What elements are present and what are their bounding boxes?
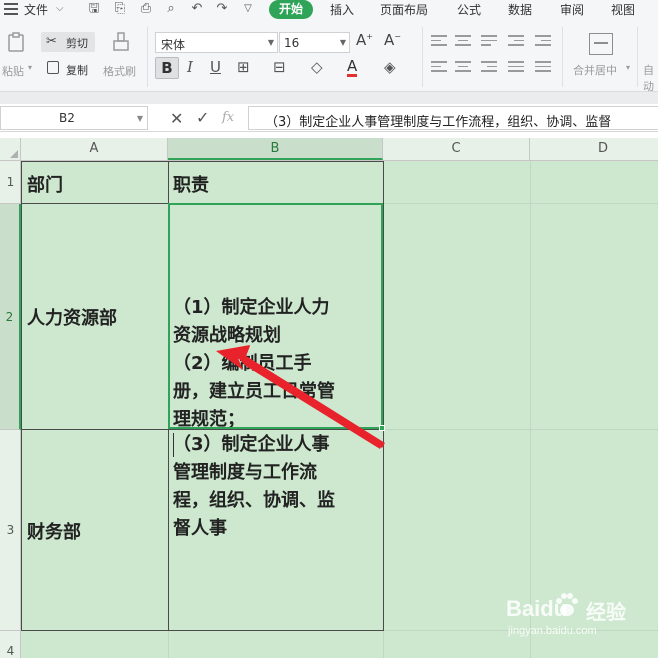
bold-button[interactable]: B xyxy=(155,57,179,79)
tab-insert[interactable]: 插入 xyxy=(330,1,354,18)
export-icon[interactable]: ⎘ xyxy=(112,1,128,17)
text-cursor xyxy=(173,433,174,457)
insert-function-icon[interactable]: fx xyxy=(222,110,234,125)
column-header-b[interactable]: B xyxy=(168,138,383,160)
menu-icon[interactable] xyxy=(4,3,18,15)
row-header-4[interactable]: 4 xyxy=(0,631,21,658)
merge-center-button[interactable]: 合并居中 xyxy=(573,62,617,78)
row-header-2[interactable]: 2 xyxy=(0,204,21,430)
indent-decrease-icon[interactable] xyxy=(508,35,524,49)
distribute-icon[interactable] xyxy=(535,61,551,75)
align-left-icon[interactable] xyxy=(431,61,447,75)
menu-bar: 文件 ⌵ 🖫 ⎘ ⎙ ⌕ ↶ ↷ ▽ 开始 插入 页面布局 公式 数据 审阅 视… xyxy=(0,0,658,19)
column-header-d[interactable]: D xyxy=(530,138,658,160)
confirm-icon[interactable]: ✓ xyxy=(196,108,209,127)
merge-center-icon[interactable] xyxy=(589,33,613,55)
row-header-3[interactable]: 3 xyxy=(0,430,21,631)
gridline xyxy=(530,161,531,658)
auto-wrap-button[interactable]: 自动 xyxy=(643,62,658,94)
name-box-value: B2 xyxy=(59,111,75,125)
divider xyxy=(422,27,423,87)
cell-a1-text: 部门 xyxy=(27,175,63,196)
paw-icon xyxy=(556,593,578,616)
print-icon[interactable]: ⎙ xyxy=(138,1,154,17)
undo-icon[interactable]: ↶ xyxy=(189,1,205,17)
italic-icon[interactable]: I xyxy=(187,58,193,76)
font-color-icon[interactable]: A xyxy=(347,58,358,77)
clear-format-icon[interactable]: ◈ xyxy=(384,58,396,76)
align-middle-icon[interactable] xyxy=(455,35,471,49)
cell-a2-text: 人力资源部 xyxy=(27,308,117,329)
column-header-a[interactable]: A xyxy=(21,138,168,160)
save-icon[interactable]: 🖫 xyxy=(86,1,102,17)
paste-label[interactable]: 粘贴 xyxy=(2,63,24,79)
merge-dropdown-icon[interactable]: ▾ xyxy=(626,63,630,72)
row-headers: 1 2 3 4 xyxy=(0,161,21,658)
column-headers: A B C D xyxy=(0,138,658,161)
justify-icon[interactable] xyxy=(508,61,524,75)
divider xyxy=(147,27,148,87)
formula-content: （3）制定企业人事管理制度与工作流程，组织、协调、监督 xyxy=(265,115,612,130)
indent-increase-icon[interactable] xyxy=(535,35,551,49)
chevron-down-icon: ▼ xyxy=(267,38,274,47)
copy-icon[interactable] xyxy=(47,61,59,74)
scissors-icon: ✂ xyxy=(46,34,57,49)
redo-icon[interactable]: ↷ xyxy=(214,1,230,17)
align-right-icon[interactable] xyxy=(481,61,497,75)
file-menu[interactable]: 文件 xyxy=(24,1,48,18)
fill-color-icon[interactable]: ◇ xyxy=(311,58,323,76)
column-header-c[interactable]: C xyxy=(383,138,530,160)
ribbon-gap xyxy=(0,92,658,104)
increase-font-icon[interactable]: A+ xyxy=(356,31,373,49)
chevron-down-icon: ▼ xyxy=(136,114,143,123)
align-bottom-icon[interactable] xyxy=(481,35,497,49)
paste-dropdown-icon[interactable]: ▾ xyxy=(28,63,32,72)
fill-handle[interactable] xyxy=(379,425,385,431)
align-top-icon[interactable] xyxy=(431,35,447,49)
customize-dropdown-icon[interactable]: ▽ xyxy=(240,1,256,17)
watermark-url: jingyan.baidu.com xyxy=(508,625,597,637)
divider xyxy=(637,27,638,87)
divider xyxy=(562,27,563,87)
tab-view[interactable]: 视图 xyxy=(611,1,635,18)
active-cell-selection xyxy=(168,203,383,429)
tab-page-layout[interactable]: 页面布局 xyxy=(380,1,428,18)
decrease-font-icon[interactable]: A− xyxy=(384,31,401,49)
name-box[interactable]: B2 ▼ xyxy=(0,106,148,130)
font-size-value: 16 xyxy=(284,36,300,50)
tab-data[interactable]: 数据 xyxy=(508,1,532,18)
formula-input[interactable]: （3）制定企业人事管理制度与工作流程，组织、协调、监督 xyxy=(248,106,658,130)
worksheet-grid[interactable]: 部门 职责 人力资源部 （1）制定企业人力 资源战略规划 （2）编制员工手 册，… xyxy=(21,161,658,658)
tab-formula[interactable]: 公式 xyxy=(457,1,481,18)
chevron-down-icon[interactable]: ⌵ xyxy=(56,3,64,14)
font-name-value: 宋体 xyxy=(161,38,186,52)
copy-button[interactable]: 复制 xyxy=(66,62,88,78)
cell-b1-text: 职责 xyxy=(173,175,209,196)
row-header-1[interactable]: 1 xyxy=(0,161,21,204)
align-center-icon[interactable] xyxy=(455,61,471,75)
cancel-icon[interactable]: ✕ xyxy=(170,109,183,128)
tab-review[interactable]: 审阅 xyxy=(560,1,584,18)
cell-style-icon[interactable]: ⊟ xyxy=(273,58,286,76)
format-painter-label[interactable]: 格式刷 xyxy=(103,63,136,79)
print-preview-icon[interactable]: ⌕ xyxy=(163,1,179,17)
font-name-select[interactable]: 宋体 ▼ xyxy=(155,32,278,53)
cell-b3-text: （3）制定企业人事 管理制度与工作流 程，组织、协调、监 督人事 xyxy=(173,434,335,539)
select-all-corner[interactable] xyxy=(0,138,21,160)
tab-start[interactable]: 开始 xyxy=(269,0,313,19)
paste-icon[interactable] xyxy=(6,31,28,53)
cell-a3-text: 财务部 xyxy=(27,522,81,543)
jingyan-label: 经验 xyxy=(586,600,626,624)
font-size-select[interactable]: 16 ▼ xyxy=(279,32,350,53)
formula-bar: B2 ▼ ✕ ✓ fx （3）制定企业人事管理制度与工作流程，组织、协调、监督 xyxy=(0,104,658,132)
border-icon[interactable]: ⊞ xyxy=(237,58,250,76)
ribbon: 粘贴 ▾ ✂ 剪切 复制 格式刷 宋体 ▼ 16 ▼ A+ A− B I U ⊞… xyxy=(0,19,658,94)
format-painter-icon[interactable] xyxy=(110,31,132,53)
cut-label: 剪切 xyxy=(66,37,88,50)
chevron-down-icon: ▼ xyxy=(339,38,346,47)
underline-icon[interactable]: U xyxy=(210,58,221,76)
